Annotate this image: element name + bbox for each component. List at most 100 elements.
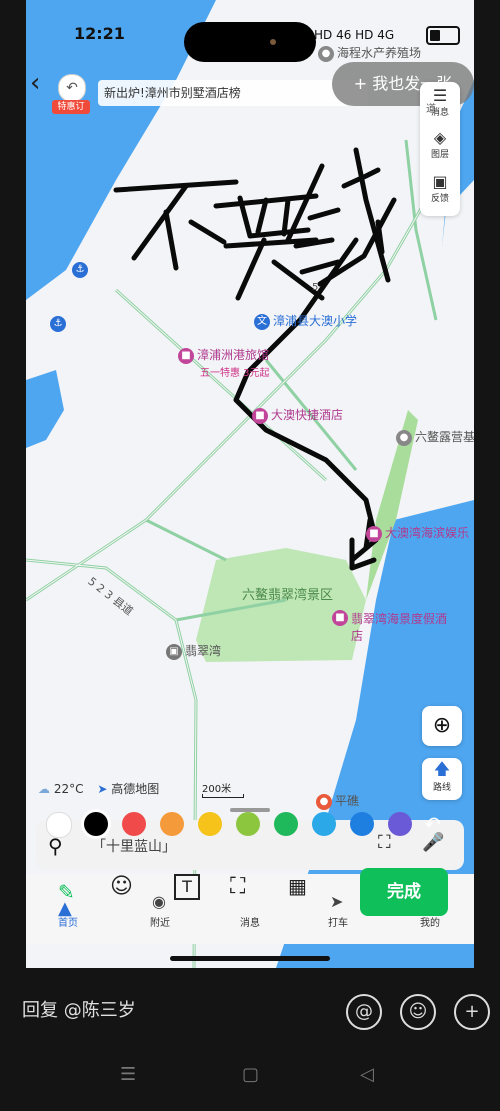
tab-label: 首页 — [58, 918, 78, 929]
tab-home[interactable]: ✎ ▲ 首页 — [48, 880, 88, 929]
amap-logo-icon: ➤ — [97, 782, 108, 796]
status-icons: HD 46 HD 4G — [314, 28, 395, 42]
taxi-icon: ➤ — [330, 892, 344, 911]
poi-label[interactable]: ● 平礁 — [316, 792, 359, 810]
hotel-icon: ■ — [178, 347, 194, 364]
poi-label[interactable]: ■ 大澳快捷酒店 — [252, 406, 343, 424]
map-search-bar[interactable]: 新出炉!漳州市别墅酒店榜 — [98, 80, 368, 106]
poi-label[interactable]: ▣ 翡翠湾 — [166, 642, 221, 660]
color-swatch-black-selected[interactable] — [84, 812, 108, 836]
bottom-tab-bar: ✎ ▲ 首页 ☺ T ⛶ ▦ ◉ 附近 消息 ➤ 打车 我的 完成 — [26, 868, 474, 944]
color-swatch-green[interactable] — [274, 812, 298, 836]
layers-icon: ◈ — [433, 128, 447, 147]
color-swatch-blue[interactable] — [350, 812, 374, 836]
poi-name: 漳浦洲港旅馆 — [197, 348, 270, 362]
dynamic-island — [184, 22, 316, 62]
color-swatch-lime[interactable] — [236, 812, 260, 836]
anchor-marker[interactable]: ⚓ — [72, 262, 91, 278]
special-offer-label: 特惠订 — [52, 100, 90, 114]
add-icon[interactable]: + — [454, 994, 490, 1030]
place-pin-icon: ● — [396, 429, 412, 446]
poi-label[interactable]: ● 海程水产养殖场 — [318, 44, 421, 62]
special-offer-badge[interactable]: ↶ 特惠订 — [52, 74, 90, 114]
route-button[interactable]: 🡅 路线 — [422, 758, 462, 800]
done-button[interactable]: 完成 — [360, 868, 448, 916]
temperature: 22°C — [53, 782, 84, 796]
cloud-icon: ☁ — [38, 782, 50, 796]
poi-name: 漳浦县大澳小学 — [273, 314, 358, 328]
undo-stroke-icon[interactable]: ↶ — [424, 812, 441, 836]
weather-info: ☁ 22°C ➤ 高德地图 — [38, 780, 159, 797]
crop-icon[interactable]: ⛶ — [230, 874, 245, 899]
feedback-icon: ▣ — [432, 172, 448, 191]
color-swatch-red[interactable] — [122, 812, 146, 836]
anchor-icon: ⚓ — [50, 316, 66, 332]
back-key-icon[interactable]: ◁ — [360, 1064, 374, 1085]
side-tool-label: 图层 — [430, 150, 449, 160]
poi-label[interactable]: ● 六鳌露营基 — [396, 428, 474, 446]
anchor-icon: ⚓ — [72, 262, 88, 278]
color-swatch-orange[interactable] — [160, 812, 184, 836]
poi-label[interactable]: ■ 大澳湾海滨娱乐 — [366, 524, 469, 542]
mention-icon[interactable]: @ — [346, 994, 382, 1030]
poi-label[interactable]: ■ 漳浦洲港旅馆 五一特惠 3元起 — [178, 346, 270, 379]
reply-input[interactable]: 回复 @陈三岁 — [22, 996, 136, 1022]
side-tool-label: 反馈 — [430, 194, 449, 204]
mosaic-icon[interactable]: ▦ — [288, 874, 307, 898]
map-brand: 高德地图 — [111, 782, 160, 796]
phone-screen: 12:21 HD 46 HD 4G ‹ ↶ 特惠订 新出炉!漳州市别墅酒店榜 +… — [26, 0, 474, 968]
battery-icon — [426, 26, 460, 45]
search-input-text: 「十里蓝山」 — [92, 839, 176, 855]
status-time: 12:21 — [74, 24, 125, 43]
poi-label[interactable]: ■ 翡翠湾海景度假酒店 — [332, 610, 447, 644]
undo-icon: ↶ — [58, 74, 86, 102]
back-icon[interactable]: ‹ — [30, 68, 40, 98]
system-nav-bar: ☰ ▢ ◁ — [0, 1064, 500, 1094]
home-key-icon[interactable]: ▢ — [242, 1064, 259, 1085]
poi-name: 平礁 — [335, 794, 360, 808]
hotel-icon: ■ — [252, 407, 268, 424]
bus-stop-icon: ▣ — [166, 643, 182, 660]
anchor-marker[interactable]: ⚓ — [50, 316, 69, 332]
menu-key-icon[interactable]: ☰ — [120, 1064, 136, 1085]
home-indicator — [170, 956, 330, 961]
place-pin-icon: ● — [318, 45, 334, 62]
hotel-icon: ■ — [366, 525, 382, 542]
locate-button[interactable]: ⊕ — [422, 706, 462, 746]
school-icon: 文 — [254, 313, 270, 330]
poi-label[interactable]: 六鳌翡翠湾景区 — [242, 584, 333, 603]
poi-name: 大澳快捷酒店 — [271, 408, 344, 422]
color-swatch-sky[interactable] — [312, 812, 336, 836]
poi-name: 大澳湾海滨娱乐 — [385, 526, 470, 540]
tab-label: 附近 — [150, 918, 170, 929]
tab-nearby[interactable]: ◉ 附近 — [140, 892, 180, 929]
top-bar: ‹ ↶ 特惠订 新出炉!漳州市别墅酒店榜 + 我也发一张 — [26, 60, 474, 120]
side-tool-feedback[interactable]: ▣ 反馈 — [420, 172, 460, 204]
side-tool-layers[interactable]: ◈ 图层 — [420, 128, 460, 160]
location-pin-icon: ◉ — [152, 892, 166, 911]
route-label: 路线 — [432, 783, 451, 793]
poi-label[interactable]: 文漳浦县大澳小学 — [254, 312, 357, 330]
tab-mine[interactable]: 我的 — [410, 914, 450, 929]
tab-label: 消息 — [240, 918, 260, 929]
poi-name: 六鳌翡翠湾景区 — [242, 588, 334, 603]
color-swatch-white[interactable] — [46, 812, 72, 838]
locate-icon: ⊕ — [432, 713, 452, 738]
road-label: 道 — [426, 104, 436, 115]
tab-label: 打车 — [328, 918, 348, 929]
emoji-icon[interactable]: ☺ — [400, 994, 436, 1030]
text-tool-icon[interactable]: T — [174, 874, 200, 900]
road-label: 5 — [312, 282, 319, 293]
color-swatch-yellow[interactable] — [198, 812, 222, 836]
color-swatch-purple[interactable] — [388, 812, 412, 836]
color-palette: ↶ — [46, 812, 466, 838]
poi-name: 六鳌露营基 — [415, 430, 474, 444]
route-arrow-icon: 🡅 — [433, 759, 451, 778]
map-scale: 200米 — [202, 780, 244, 798]
tab-taxi[interactable]: ➤ 打车 — [318, 892, 358, 929]
tab-messages[interactable]: 消息 — [230, 914, 270, 929]
sticker-icon[interactable]: ☺ — [110, 874, 133, 899]
poi-name: 翡翠湾 — [185, 644, 222, 658]
tab-label: 我的 — [420, 918, 440, 929]
home-icon: ▲ — [58, 898, 72, 919]
